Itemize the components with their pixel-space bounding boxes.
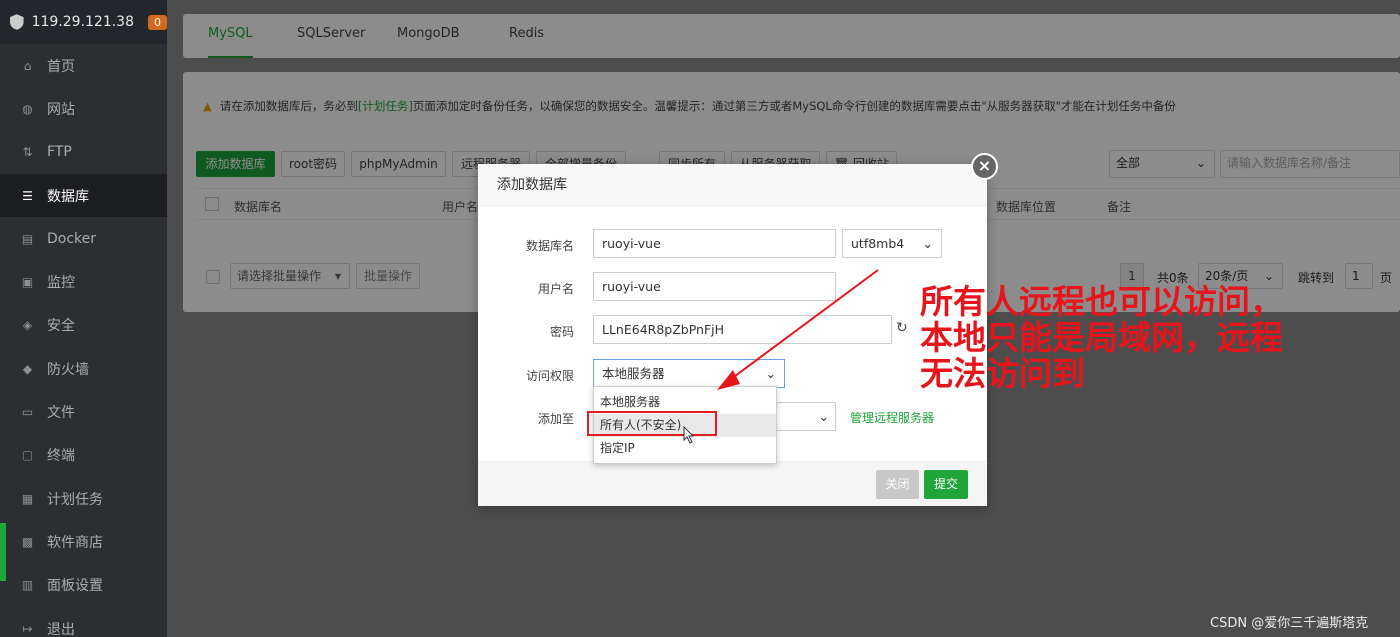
annotation-text: 所有人远程也可以访问， 本地只能是局域网，远程 无法访问到 [920, 282, 1283, 393]
watermark: CSDN @爱你三千遍斯塔克 [1210, 616, 1369, 631]
